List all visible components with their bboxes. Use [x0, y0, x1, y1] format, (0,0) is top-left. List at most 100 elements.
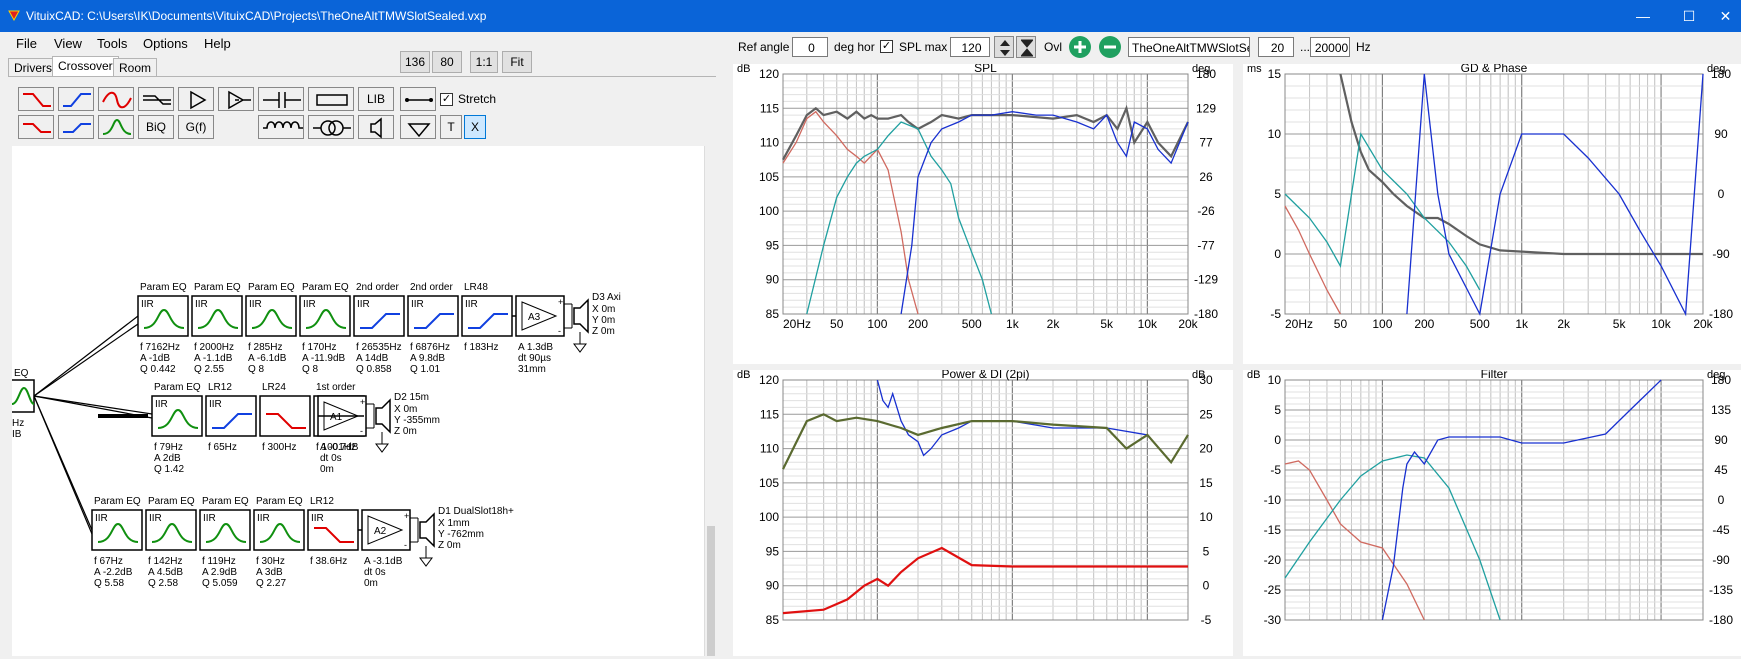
- filter-block[interactable]: Param EQ IIR f 7162HzA -1dBQ 0.442: [137, 282, 189, 375]
- gd-phase-chart-panel[interactable]: GD & Phase ms deg 15 10 5 0 -5 180 90 0 -90 -180 20Hz…: [1243, 61, 1741, 364]
- amplifier-button[interactable]: [178, 87, 214, 111]
- spl-max-checkbox[interactable]: ✓: [880, 40, 893, 53]
- reset-spl-button[interactable]: [1016, 36, 1036, 58]
- lowpass-blue-button[interactable]: [58, 87, 94, 111]
- y-tick-label: 90: [766, 273, 780, 287]
- filter-block[interactable]: 2nd order IIR f 6876HzA 9.8dBQ 1.01: [407, 282, 459, 375]
- filter-type-label: Param EQ: [302, 282, 349, 293]
- menu-view[interactable]: View: [54, 36, 82, 51]
- ovl-label: Ovl: [1044, 40, 1062, 54]
- shelf-filter-button[interactable]: [138, 87, 174, 111]
- add-overlay-icon[interactable]: [1069, 36, 1091, 58]
- transformer-button[interactable]: [308, 115, 354, 139]
- driver-block[interactable]: D2 15mX 0mY -355mmZ 0m: [366, 392, 440, 453]
- menu-options[interactable]: Options: [143, 36, 188, 51]
- y-tick-label: 0: [1274, 247, 1281, 261]
- canvas-scrollbar[interactable]: [704, 146, 717, 656]
- remove-overlay-icon[interactable]: [1099, 36, 1121, 58]
- driver-param-label: Y -355mm: [394, 415, 440, 426]
- filter-block[interactable]: Param EQ IIR f 170HzA -11.9dBQ 8: [299, 282, 351, 375]
- freq-low-input[interactable]: 20: [1258, 37, 1294, 57]
- filter-block[interactable]: Param EQ IIR f 142HzA 4.5dBQ 2.58: [145, 496, 197, 589]
- amplifier-label: A1: [330, 412, 343, 423]
- resistor-button[interactable]: [308, 87, 354, 111]
- filter-block[interactable]: Param EQ IIR f 119HzA 2.9dBQ 5.059: [199, 496, 251, 589]
- crossover-canvas[interactable]: Param EQ IIR f 7162Hz A -1dB Q 0.442 Param EQ…: [9, 146, 712, 656]
- biq-button[interactable]: BiQ: [138, 115, 174, 139]
- tab-crossover[interactable]: Crossover: [52, 56, 119, 78]
- filter-block[interactable]: Param EQ IIR f 285HzA -6.1dBQ 8: [245, 282, 297, 375]
- zoom-136-button[interactable]: 136: [400, 51, 430, 73]
- tab-room[interactable]: Room: [113, 58, 158, 78]
- filter-block[interactable]: 2nd order IIR f 26535HzA 14dBQ 0.858: [353, 282, 405, 375]
- driver-block[interactable]: D3 AxiX 0mY 0mZ 0m: [564, 292, 621, 353]
- lib-button[interactable]: LIB: [358, 87, 394, 111]
- y2-tick-label: 129: [1196, 101, 1216, 115]
- svg-text:-: -: [360, 426, 363, 436]
- highpass2-red-button[interactable]: [18, 115, 54, 139]
- driver-param-label: Y 0m: [592, 315, 615, 326]
- scrollbar-thumb[interactable]: [707, 526, 715, 656]
- spinner-updown-button[interactable]: [994, 36, 1014, 58]
- close-button[interactable]: ✕: [1710, 0, 1741, 32]
- amplifier-block[interactable]: A1 + -A -0.7dBdt 0s0m: [317, 395, 367, 475]
- zoom-fit-button[interactable]: Fit: [502, 51, 532, 73]
- filter-block[interactable]: LR12 IIR f 38.6Hz: [307, 496, 359, 567]
- ref-angle-input[interactable]: 0: [792, 37, 828, 57]
- amplifier-param-label: A -0.7dB: [320, 442, 359, 453]
- power-di-chart-panel[interactable]: Power & DI (2pi) dB dB 120 115 110 105 100 95 90 8…: [733, 367, 1233, 656]
- filter-head-label: IIR: [249, 299, 262, 310]
- capacitor-button[interactable]: [258, 87, 304, 111]
- speaker-button[interactable]: [358, 115, 394, 139]
- text-button[interactable]: T: [440, 115, 462, 139]
- filter-param-label: f 30Hz: [256, 556, 285, 567]
- zoom-1to1-button[interactable]: 1:1: [470, 51, 498, 73]
- filter-param-label: Q 0.442: [140, 364, 176, 375]
- inductor-button[interactable]: [258, 115, 304, 139]
- menu-file[interactable]: File: [16, 36, 37, 51]
- amplifier-param-label: 0m: [320, 464, 334, 475]
- chart-series-line: [782, 110, 919, 315]
- peq-green-button[interactable]: [98, 115, 134, 139]
- x-tick-label: 5k: [1613, 317, 1627, 331]
- filter-param-label: f 26535Hz: [356, 342, 402, 353]
- spl-chart-panel[interactable]: SPL dB deg 120 115 110 105 100 95 90 85 180 129 77 26-…: [733, 61, 1233, 364]
- filter-block[interactable]: LR24 f 300Hz: [259, 382, 311, 453]
- delete-button[interactable]: X: [464, 115, 486, 139]
- driver-block[interactable]: D1 DualSlot18h+X 1mmY -762mmZ 0m: [410, 506, 514, 567]
- filter-block[interactable]: Param EQ IIR f 79HzA 2dBQ 1.42: [151, 382, 203, 475]
- input-param-label: IB: [12, 429, 22, 440]
- ground-button[interactable]: [400, 115, 436, 139]
- deg-hor-label: deg hor: [834, 40, 875, 54]
- menu-help[interactable]: Help: [204, 36, 231, 51]
- tab-drivers[interactable]: Drivers: [8, 58, 58, 78]
- x-tick-label: 500: [962, 317, 982, 331]
- wire-button[interactable]: [400, 87, 436, 111]
- overlay-file-input[interactable]: TheOneAltTMWSlotSeal: [1128, 37, 1250, 57]
- amplifier-block[interactable]: A2 + -A -3.1dBdt 0s0m: [361, 509, 411, 589]
- freq-high-input[interactable]: 20000: [1310, 37, 1350, 57]
- filter-block[interactable]: Param EQ IIR f 67HzA -2.2dBQ 5.58: [91, 496, 143, 589]
- highpass-red-button[interactable]: [18, 87, 54, 111]
- minimize-button[interactable]: —: [1620, 0, 1666, 32]
- zoom-80-button[interactable]: 80: [432, 51, 462, 73]
- filter-block[interactable]: LR48 IIR f 183Hz: [461, 282, 513, 353]
- gf-button[interactable]: G(f): [178, 115, 214, 139]
- allpass-red-button[interactable]: [98, 87, 134, 111]
- chart-series-line: [1284, 454, 1501, 621]
- filter-block[interactable]: Param EQ IIR f 30HzA 3dBQ 2.27: [253, 496, 305, 589]
- amplifier-block[interactable]: A3 + -A 1.3dBdt 90µs31mm: [515, 295, 565, 375]
- spl-max-input[interactable]: 120: [950, 37, 990, 57]
- y2-tick-label: -90: [1712, 247, 1730, 261]
- input-block[interactable]: EQ HzIB: [9, 368, 35, 440]
- menu-tools[interactable]: Tools: [97, 36, 127, 51]
- filter-block[interactable]: Param EQ IIR f 2000HzA -1.1dBQ 2.55: [191, 282, 243, 375]
- x-tick-label: 20k: [1693, 317, 1713, 331]
- lowpass2-blue-button[interactable]: [58, 115, 94, 139]
- maximize-button[interactable]: ☐: [1666, 0, 1712, 32]
- stretch-checkbox[interactable]: ✓: [440, 93, 453, 106]
- filter-chart-panel[interactable]: Filter dB deg 10 5 0 -5 -10 -15 -20 -25 -30 180 135 90…: [1243, 367, 1741, 656]
- buffer-button[interactable]: [218, 87, 254, 111]
- svg-text:-: -: [404, 540, 407, 550]
- filter-block[interactable]: LR12 IIR f 65Hz: [205, 382, 257, 453]
